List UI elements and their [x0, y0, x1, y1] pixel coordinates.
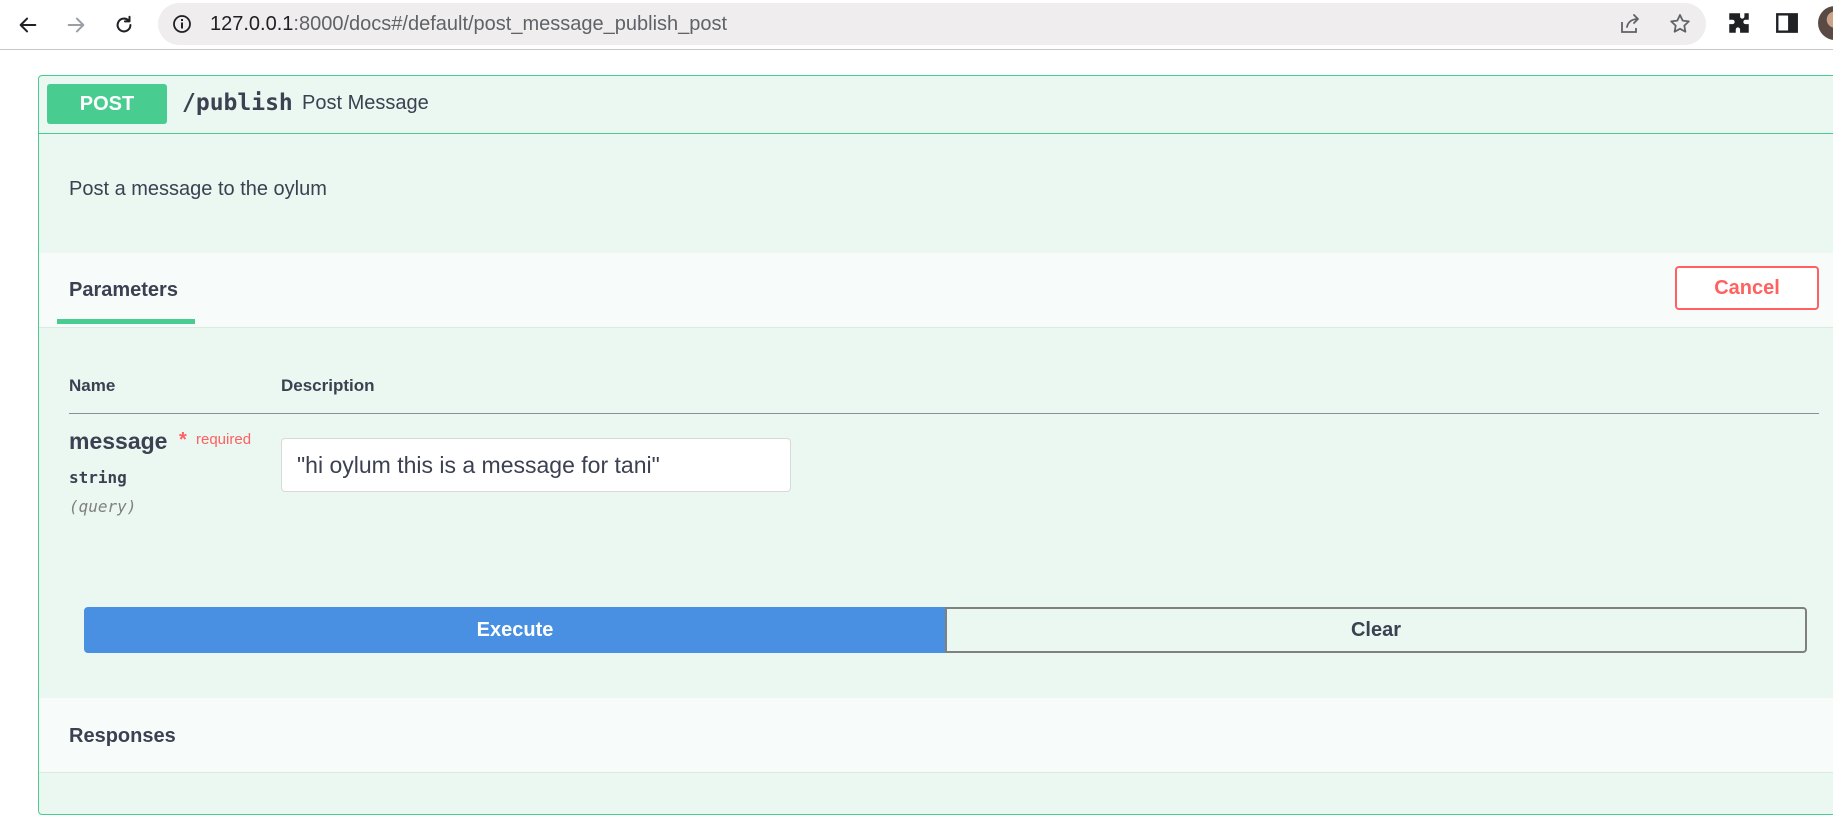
operation-description: Post a message to the oylum — [69, 178, 327, 200]
responses-title: Responses — [69, 725, 176, 747]
message-input[interactable] — [281, 438, 791, 492]
column-header-description: Description — [281, 376, 375, 395]
puzzle-icon[interactable] — [1726, 10, 1752, 36]
parameter-location: (query) — [69, 497, 137, 516]
required-label: required — [196, 431, 252, 448]
forward-arrow-icon — [67, 17, 85, 33]
parameters-section-header: Parameters — [39, 253, 1833, 328]
browser-toolbar: 127.0.0.1:8000/docs#/default/post_messag… — [0, 0, 1833, 50]
operation-path: /publish — [182, 90, 293, 116]
reload-button[interactable] — [106, 7, 142, 43]
table-divider — [69, 413, 1819, 414]
responses-section-header: Responses — [39, 698, 1833, 773]
reload-icon — [116, 15, 132, 33]
parameter-type: string — [69, 468, 127, 487]
side-panel-icon[interactable] — [1774, 10, 1800, 36]
clear-button[interactable]: Clear — [945, 607, 1807, 653]
operation-summary: Post Message — [302, 92, 429, 114]
tab-active-indicator — [57, 319, 195, 324]
profile-avatar[interactable] — [1818, 6, 1833, 40]
back-button[interactable] — [10, 7, 46, 43]
info-icon[interactable] — [172, 14, 192, 34]
operation-block: POST /publish Post Message Post a messag… — [38, 75, 1833, 815]
url-host: 127.0.0.1 — [210, 13, 294, 35]
column-header-name: Name — [69, 376, 116, 395]
required-star: * — [179, 429, 187, 451]
back-arrow-icon — [19, 17, 37, 33]
url-text[interactable]: 127.0.0.1:8000/docs#/default/post_messag… — [210, 13, 727, 35]
address-bar[interactable]: 127.0.0.1:8000/docs#/default/post_messag… — [158, 3, 1706, 45]
execute-button[interactable]: Execute — [84, 607, 946, 653]
http-method-badge: POST — [47, 84, 167, 124]
star-icon[interactable] — [1668, 12, 1692, 36]
url-path: :8000/docs#/default/post_message_publish… — [293, 13, 728, 35]
parameter-name: message — [69, 428, 168, 454]
tab-parameters[interactable]: Parameters — [69, 279, 178, 302]
forward-button[interactable] — [58, 7, 94, 43]
share-icon[interactable] — [1618, 12, 1642, 36]
cancel-button[interactable]: Cancel — [1675, 266, 1819, 310]
operation-summary-bar[interactable]: POST /publish Post Message — [39, 76, 1833, 134]
